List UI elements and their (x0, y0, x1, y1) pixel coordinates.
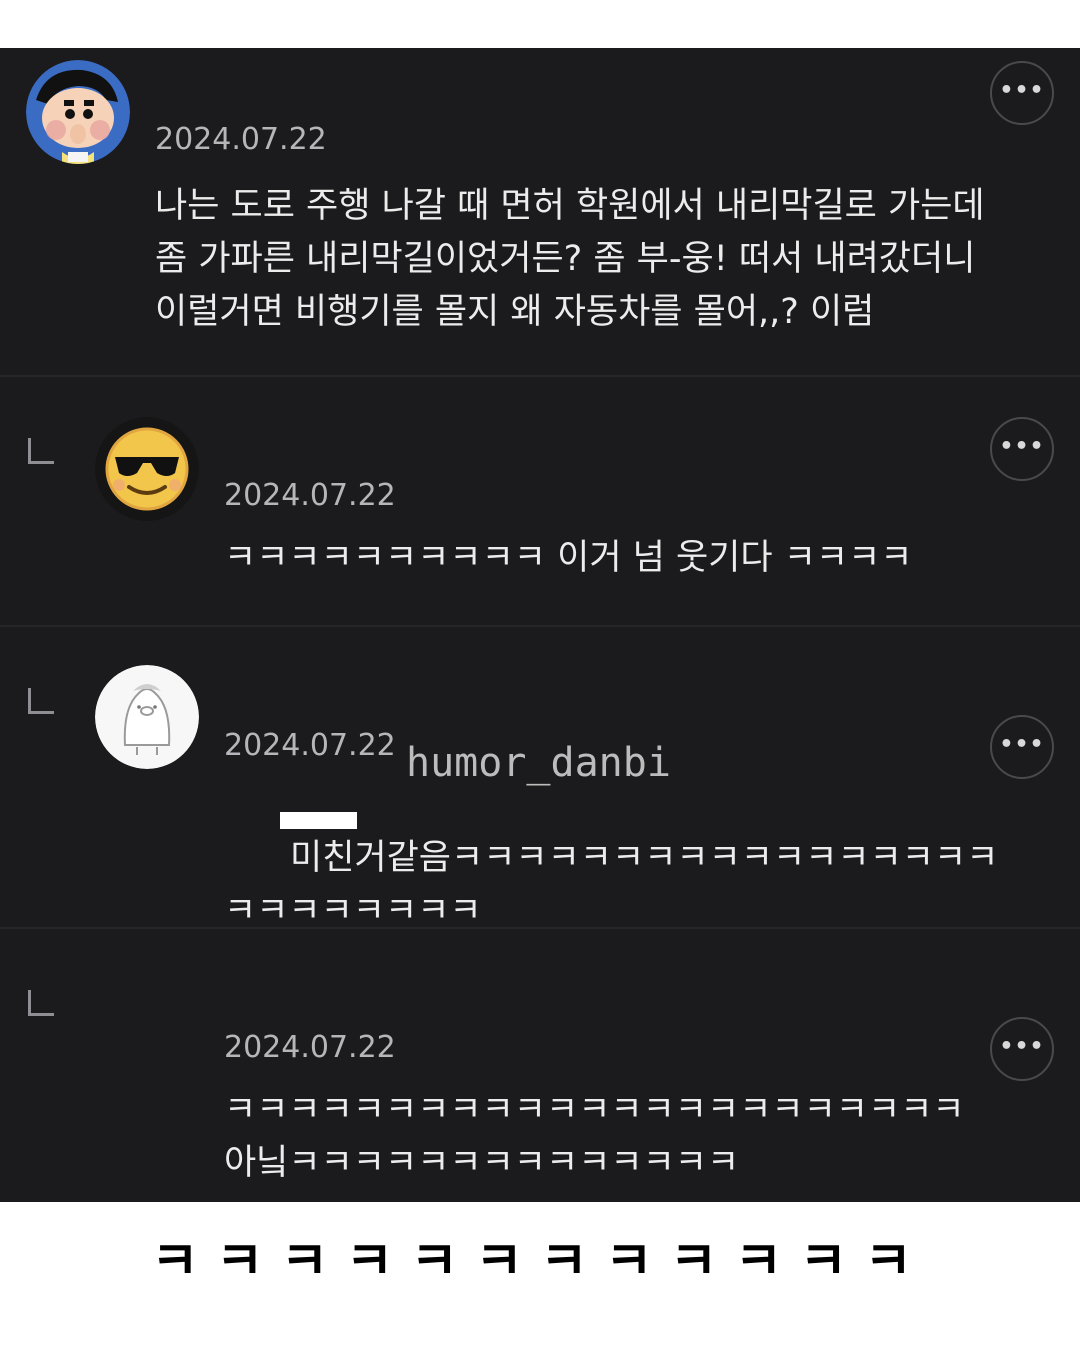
comment-text-line: 이럴거면 비행기를 몰지 왜 자동차를 몰어,,? 이럼 (155, 292, 875, 332)
comment-date: 2024.07.22 (224, 728, 396, 763)
comment-text-line: 미친거같음ㅋㅋㅋㅋㅋㅋㅋㅋㅋㅋㅋㅋㅋㅋㅋㅋㅋ (290, 838, 999, 878)
shinchan-avatar[interactable] (26, 60, 130, 164)
more-options-button[interactable]: ••• (990, 715, 1054, 779)
reply-item: 2024.07.22 ㅋㅋㅋㅋㅋㅋㅋㅋㅋㅋㅋㅋㅋㅋㅋㅋㅋㅋㅋㅋㅋㅋㅋ 아닠ㅋㅋㅋ… (0, 929, 1080, 1202)
reply-item: 2024.07.22 ㅋㅋㅋㅋㅋㅋㅋㅋㅋㅋ 이거 넘 웃기다 ㅋㅋㅋㅋ ••• (0, 377, 1080, 627)
comment-date: 2024.07.22 (224, 478, 396, 513)
more-options-button[interactable]: ••• (990, 417, 1054, 481)
footer-caption: ㅋㅋㅋㅋㅋㅋㅋㅋㅋㅋㅋㅋ (150, 1232, 930, 1292)
comment-list: 2024.07.22 나는 도로 주행 나갈 때 면허 학원에서 내리막길로 가… (0, 48, 1080, 1202)
more-options-button[interactable]: ••• (990, 61, 1054, 125)
reply-arrow-icon (28, 438, 54, 464)
comment-text-line: 아닠ㅋㅋㅋㅋㅋㅋㅋㅋㅋㅋㅋㅋㅋㅋ (224, 1143, 740, 1183)
comment-text-line: ㅋㅋㅋㅋㅋㅋㅋㅋㅋㅋ 이거 넘 웃기다 ㅋㅋㅋㅋ (224, 538, 913, 578)
reply-arrow-icon (28, 688, 54, 714)
comment-date: 2024.07.22 (224, 1030, 396, 1065)
comment-text-line: 좀 가파른 내리막길이었거든? 좀 부-웅! 떠서 내려갔더니 (155, 239, 976, 279)
more-options-button[interactable]: ••• (990, 1017, 1054, 1081)
footer-caption-area: ㅋㅋㅋㅋㅋㅋㅋㅋㅋㅋㅋㅋ (0, 1205, 1080, 1350)
watermark: humor_danbi (406, 740, 671, 786)
comment-text-line: 나는 도로 주행 나갈 때 면허 학원에서 내리막길로 가는데 (155, 186, 985, 226)
reply-arrow-icon (28, 990, 54, 1016)
comment-item: 2024.07.22 나는 도로 주행 나갈 때 면허 학원에서 내리막길로 가… (0, 48, 1080, 377)
redaction-bar (280, 812, 357, 829)
penguin-avatar[interactable] (95, 665, 199, 769)
sunglasses-emoji-avatar[interactable] (95, 417, 199, 521)
comment-date: 2024.07.22 (155, 122, 327, 157)
comment-text-line: ㅋㅋㅋㅋㅋㅋㅋㅋㅋㅋㅋㅋㅋㅋㅋㅋㅋㅋㅋㅋㅋㅋㅋ (224, 1090, 965, 1130)
